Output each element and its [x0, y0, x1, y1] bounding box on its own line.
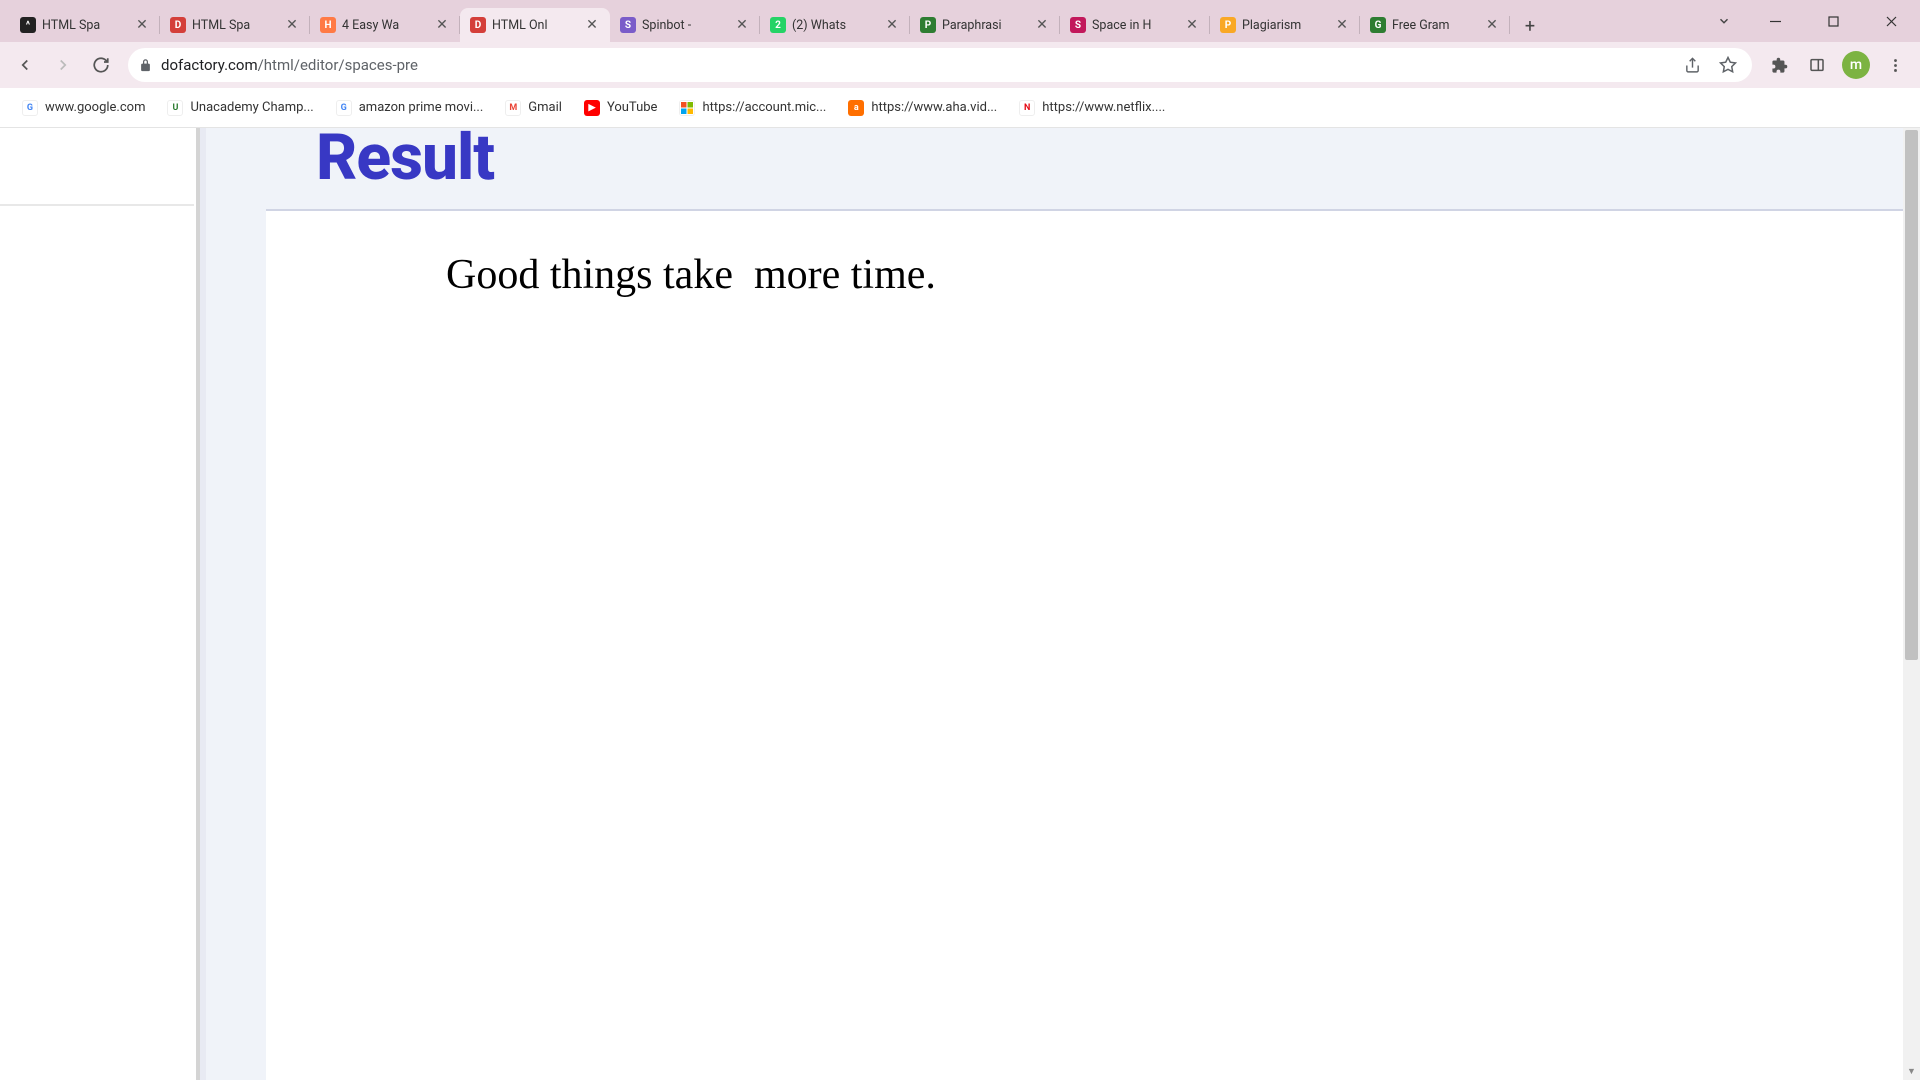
bookmark-amazon-prime[interactable]: G amazon prime movi...: [328, 95, 492, 121]
tab-3-active[interactable]: D HTML Onl ✕: [460, 8, 610, 42]
browser-toolbar: dofactory.com/html/editor/spaces-pre m: [0, 42, 1920, 88]
tab-favicon: S: [1070, 17, 1086, 33]
splitter[interactable]: [200, 128, 206, 1080]
bookmark-microsoft-account[interactable]: https://account.mic...: [671, 95, 834, 121]
bookmark-unacademy[interactable]: U Unacademy Champ...: [159, 95, 321, 121]
extensions-button[interactable]: [1762, 48, 1796, 82]
share-icon[interactable]: [1678, 51, 1706, 79]
close-icon[interactable]: ✕: [1334, 17, 1350, 33]
vertical-scrollbar[interactable]: ▲ ▼: [1903, 128, 1920, 1080]
bookmark-star-icon[interactable]: [1714, 51, 1742, 79]
tab-favicon: D: [170, 17, 186, 33]
bookmark-label: https://www.aha.vid...: [871, 100, 997, 115]
close-icon[interactable]: ✕: [1484, 17, 1500, 33]
tab-title: Plagiarism: [1242, 18, 1328, 33]
tab-9[interactable]: G Free Gram ✕: [1360, 8, 1510, 42]
tab-title: HTML Spa: [192, 18, 278, 33]
tab-strip: ^ HTML Spa ✕ D HTML Spa ✕ H 4 Easy Wa ✕ …: [0, 0, 1920, 42]
bookmark-google[interactable]: G www.google.com: [14, 95, 153, 121]
tab-favicon: P: [1220, 17, 1236, 33]
window-controls: [1702, 0, 1920, 42]
tab-search-button[interactable]: [1702, 0, 1746, 42]
bookmarks-bar: G www.google.com U Unacademy Champ... G …: [0, 88, 1920, 128]
tab-8[interactable]: P Plagiarism ✕: [1210, 8, 1360, 42]
tab-5[interactable]: 2 (2) Whats ✕: [760, 8, 910, 42]
bookmark-label: https://www.netflix....: [1042, 100, 1165, 115]
page-content: Result Good things take more time.: [0, 128, 1920, 1080]
bookmark-label: YouTube: [607, 100, 658, 115]
bookmark-label: Gmail: [528, 100, 562, 115]
bookmark-gmail[interactable]: M Gmail: [497, 95, 570, 121]
youtube-icon: ▶: [584, 100, 600, 116]
google-icon: G: [22, 100, 38, 116]
address-bar[interactable]: dofactory.com/html/editor/spaces-pre: [128, 48, 1752, 82]
close-icon[interactable]: ✕: [1034, 17, 1050, 33]
result-text: Good things take more time.: [446, 251, 1920, 299]
new-tab-button[interactable]: +: [1516, 12, 1544, 40]
lock-icon[interactable]: [138, 58, 153, 73]
tab-1[interactable]: D HTML Spa ✕: [160, 8, 310, 42]
tab-favicon: H: [320, 17, 336, 33]
bookmark-label: amazon prime movi...: [359, 100, 484, 115]
close-icon[interactable]: ✕: [434, 17, 450, 33]
tab-title: (2) Whats: [792, 18, 878, 33]
tab-7[interactable]: S Space in H ✕: [1060, 8, 1210, 42]
tab-favicon: D: [470, 17, 486, 33]
close-icon[interactable]: ✕: [134, 17, 150, 33]
url-text: dofactory.com/html/editor/spaces-pre: [161, 56, 1670, 74]
close-window-button[interactable]: [1862, 0, 1920, 42]
minimize-button[interactable]: [1746, 0, 1804, 42]
unacademy-icon: U: [167, 100, 183, 116]
tab-favicon: 2: [770, 17, 786, 33]
tab-favicon: ^: [20, 17, 36, 33]
bookmark-label: www.google.com: [45, 100, 145, 115]
netflix-icon: N: [1019, 100, 1035, 116]
editor-pane-collapsed: [0, 128, 200, 1080]
tab-4[interactable]: S Spinbot - ✕: [610, 8, 760, 42]
microsoft-icon: [679, 100, 695, 116]
tab-0[interactable]: ^ HTML Spa ✕: [10, 8, 160, 42]
tab-title: HTML Spa: [42, 18, 128, 33]
tab-favicon: P: [920, 17, 936, 33]
tab-2[interactable]: H 4 Easy Wa ✕: [310, 8, 460, 42]
tab-6[interactable]: P Paraphrasi ✕: [910, 8, 1060, 42]
result-output: Good things take more time.: [266, 211, 1920, 299]
close-icon[interactable]: ✕: [884, 17, 900, 33]
forward-button[interactable]: [46, 48, 80, 82]
tab-favicon: S: [620, 17, 636, 33]
aha-icon: a: [848, 100, 864, 116]
side-panel-button[interactable]: [1800, 48, 1834, 82]
result-panel: Result Good things take more time.: [266, 128, 1920, 1080]
bookmark-label: Unacademy Champ...: [190, 100, 313, 115]
reload-button[interactable]: [84, 48, 118, 82]
bookmark-netflix[interactable]: N https://www.netflix....: [1011, 95, 1173, 121]
tab-title: Free Gram: [1392, 18, 1478, 33]
tab-title: Paraphrasi: [942, 18, 1028, 33]
close-icon[interactable]: ✕: [1184, 17, 1200, 33]
close-icon[interactable]: ✕: [284, 17, 300, 33]
bookmark-youtube[interactable]: ▶ YouTube: [576, 95, 666, 121]
tab-title: Spinbot -: [642, 18, 728, 33]
result-header: Result: [266, 128, 1920, 211]
tab-favicon: G: [1370, 17, 1386, 33]
tab-title: 4 Easy Wa: [342, 18, 428, 33]
scrollbar-thumb[interactable]: [1905, 130, 1918, 660]
tab-title: Space in H: [1092, 18, 1178, 33]
bookmark-aha[interactable]: a https://www.aha.vid...: [840, 95, 1005, 121]
menu-button[interactable]: [1878, 48, 1912, 82]
gmail-icon: M: [505, 100, 521, 116]
result-heading: Result: [316, 128, 1920, 189]
tab-title: HTML Onl: [492, 18, 578, 33]
bookmark-label: https://account.mic...: [702, 100, 826, 115]
profile-avatar[interactable]: m: [1842, 51, 1870, 79]
close-icon[interactable]: ✕: [584, 17, 600, 33]
close-icon[interactable]: ✕: [734, 17, 750, 33]
maximize-button[interactable]: [1804, 0, 1862, 42]
google-icon: G: [336, 100, 352, 116]
scroll-down-icon[interactable]: ▼: [1903, 1063, 1920, 1080]
back-button[interactable]: [8, 48, 42, 82]
